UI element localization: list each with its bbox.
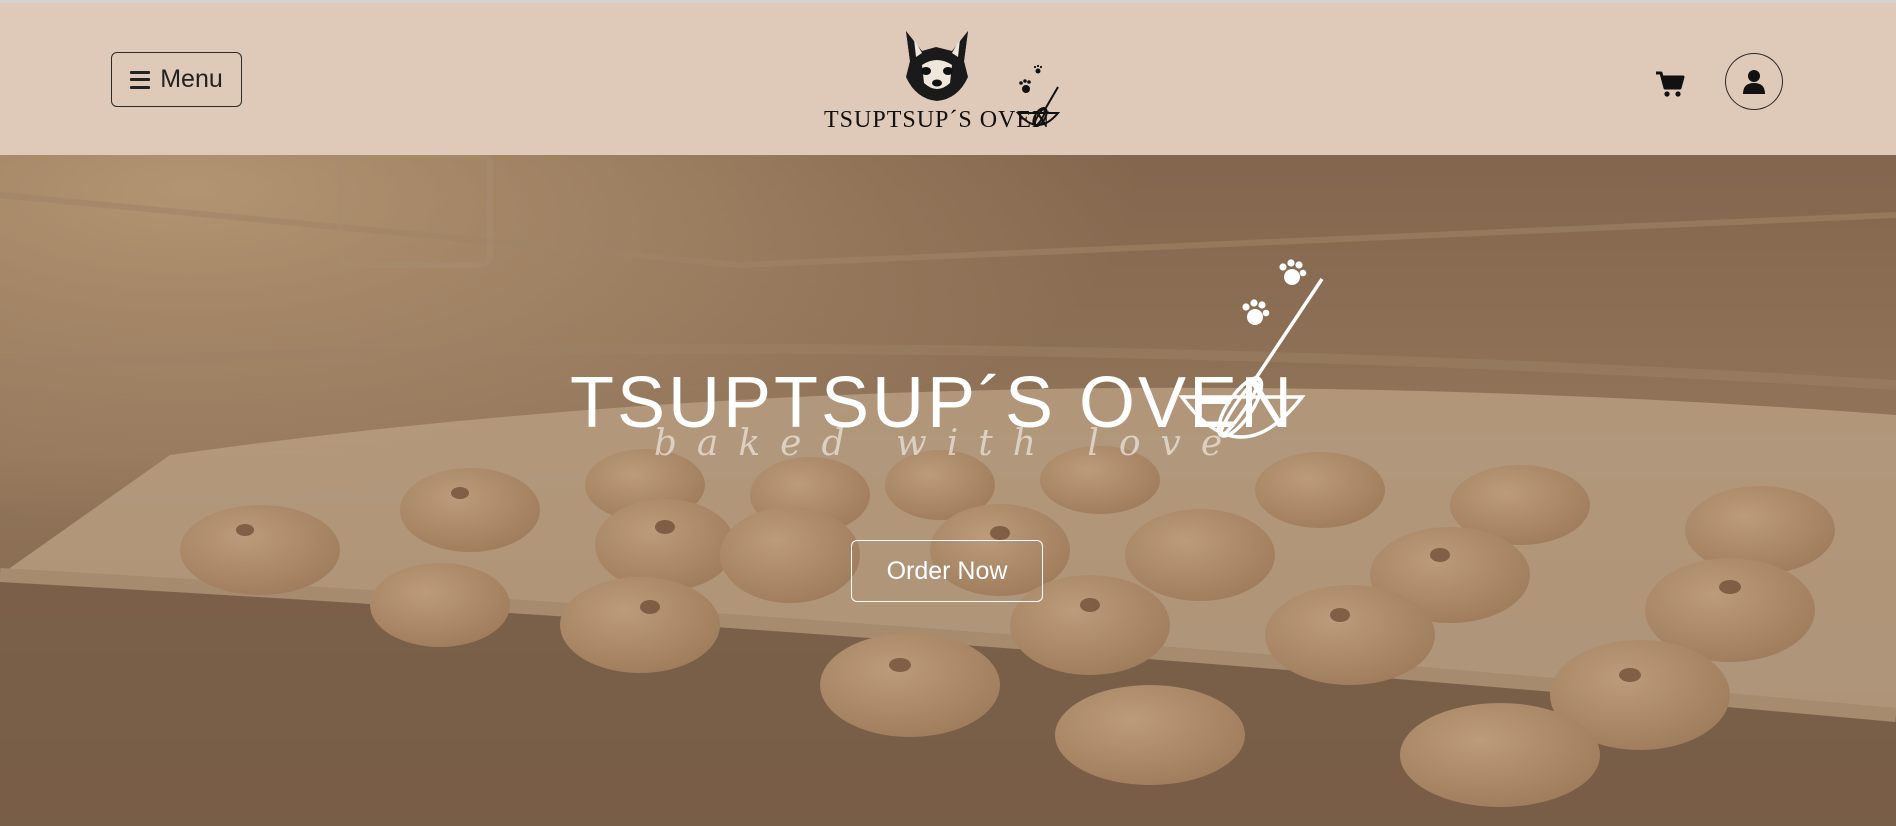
- site-logo[interactable]: TSUPTSUP´S OVEN: [818, 25, 1078, 137]
- cart-icon: [1656, 71, 1685, 97]
- account-button[interactable]: [1725, 53, 1783, 110]
- hero-banner: TSUPTSUP´S OVEN baked with love Order No…: [0, 155, 1896, 826]
- paw-icon: [1242, 299, 1270, 325]
- menu-button[interactable]: Menu: [111, 52, 242, 107]
- user-icon: [1743, 69, 1765, 94]
- logo-graphic: TSUPTSUP´S OVEN: [824, 31, 1061, 133]
- hamburger-icon: [130, 70, 151, 89]
- page: Menu TSUPTSUP´S OVEN TSUPTSUP´S OVEN bak…: [0, 0, 1896, 826]
- logo-brand-text: TSUPTSUP´S OVEN: [824, 107, 1050, 133]
- hero-tagline: baked with love: [653, 423, 1243, 464]
- cart-button[interactable]: [1650, 66, 1690, 102]
- paw-icon: [1019, 64, 1043, 93]
- order-now-button[interactable]: Order Now: [851, 540, 1043, 602]
- dog-logo-icon: [906, 31, 968, 101]
- site-header: Menu TSUPTSUP´S OVEN: [0, 0, 1896, 155]
- menu-label: Menu: [160, 65, 223, 93]
